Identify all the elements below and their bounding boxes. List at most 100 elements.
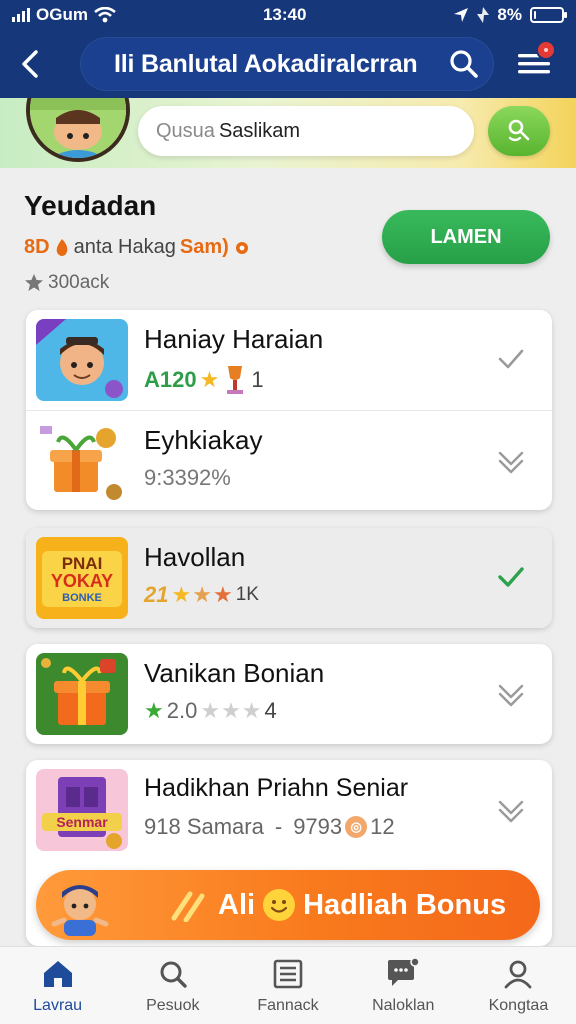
item-card: PNAI YOKAY BONKE Havollan 21 ★ ★ ★ 1K: [26, 528, 552, 628]
item-value: 2.0: [166, 698, 198, 723]
search-icon: [155, 957, 191, 991]
clock: 13:40: [262, 5, 307, 24]
trophy-icon: [227, 366, 244, 394]
search-input[interactable]: Qusua Saslikam: [138, 106, 474, 156]
rating-stars: ★ ★ ★: [200, 698, 261, 724]
mascot-icon: [51, 885, 109, 936]
menu-button[interactable]: [512, 42, 556, 84]
home-icon: [40, 957, 76, 991]
list-item[interactable]: Vanikan Bonian ★ 2.0 ★ ★ ★ 4: [26, 644, 552, 744]
item-card: Haniay Haraian A120 ★ 1 Eyhkiakay 9:3392…: [26, 310, 552, 510]
purple-poster-thumbnail-image: Senmar: [36, 769, 128, 851]
nav-item-list[interactable]: Fannack: [230, 947, 345, 1024]
list-item[interactable]: Eyhkiakay 9:3392%: [26, 410, 552, 510]
star-icon: ★: [200, 698, 221, 723]
star-icon: ★: [192, 582, 212, 607]
item-meta: A120 ★ 1: [144, 364, 264, 396]
bonus-banner-image: PNAI YOKAY BONKE: [36, 537, 128, 619]
nav-label: Pesuok: [146, 996, 200, 1014]
app-header: Ili Banlutal Aokadiralcrran: [0, 30, 576, 98]
thumb-banner-line3: BONKE: [62, 592, 102, 604]
item-thumbnail: PNAI YOKAY BONKE: [36, 537, 128, 619]
item-value: 21: [144, 582, 169, 607]
thumb-banner-line2: YOKAY: [51, 571, 113, 591]
title-pill: Ili Banlutal Aokadiralcrran: [80, 37, 494, 91]
nav-item-chat[interactable]: Naloklan: [346, 947, 461, 1024]
item-suffix: 12: [370, 814, 395, 839]
search-value: Saslikam: [218, 119, 301, 142]
avatar-illustration: [30, 98, 126, 158]
battery-icon: [529, 7, 567, 23]
star-icon: ★: [241, 698, 262, 723]
item-meta: 918 Samara - 9793 ◎ 12: [144, 814, 395, 840]
item-suffix: 1K: [235, 584, 259, 605]
status-left: OGum: [12, 5, 116, 25]
item-value: A120: [144, 367, 197, 392]
nav-item-home[interactable]: Lavrau: [0, 947, 115, 1024]
wifi-icon: [94, 7, 116, 23]
thumb-purple-label: Senmar: [56, 814, 108, 830]
star-icon: ★: [212, 582, 233, 607]
coin-icon: ◎: [345, 816, 368, 838]
item-thumbnail: [36, 653, 128, 735]
list-item[interactable]: Haniay Haraian A120 ★ 1: [26, 310, 552, 410]
search-placeholder: Qusua: [156, 119, 215, 142]
header-search-button[interactable]: [442, 44, 486, 84]
gift-box-thumbnail-image: [36, 653, 128, 735]
bonus-button[interactable]: Ali Hadliah Bonus: [36, 870, 540, 940]
profile-icon: [500, 957, 536, 991]
promo-highlight: Sam): [179, 236, 229, 258]
item-name: Havollan: [144, 542, 246, 572]
list-item-selected[interactable]: PNAI YOKAY BONKE Havollan 21 ★ ★ ★ 1K: [26, 528, 552, 628]
item-suffix: 1: [251, 367, 264, 392]
search-banner: Qusua Saslikam: [0, 98, 576, 168]
item-name: Vanikan Bonian: [144, 658, 325, 688]
chevron-left-icon: [22, 50, 38, 78]
cellular-icon: [477, 7, 490, 23]
avatar[interactable]: [26, 98, 130, 162]
star-icon: ★: [144, 698, 164, 723]
gear-icon: [235, 241, 248, 254]
section-title: Yeudadan: [24, 190, 157, 221]
item-mid-value: 9793: [293, 814, 343, 839]
count-value: 300ack: [48, 272, 110, 293]
item-value: 918 Samara: [144, 814, 264, 839]
chat-icon: [385, 957, 421, 991]
list-icon: [270, 957, 306, 991]
filter-icon: [508, 119, 530, 142]
boy-thumbnail-image: [36, 319, 128, 401]
claim-button[interactable]: LAMEN: [382, 210, 550, 264]
item-suffix: 4: [264, 698, 277, 723]
nav-label: Kongtaa: [488, 996, 549, 1014]
item-name: Haniay Haraian: [144, 324, 324, 354]
list-item[interactable]: Senmar Hadikhan Priahn Seniar 918 Samara…: [26, 760, 552, 860]
chevron-down-icon[interactable]: [496, 678, 526, 708]
back-button[interactable]: [0, 30, 60, 98]
star-icon: [25, 274, 43, 291]
promo-prefix: 8D: [24, 236, 50, 258]
location-icon: [454, 8, 469, 22]
star-icon: ★: [221, 698, 241, 723]
filter-button[interactable]: [488, 106, 550, 156]
count-line: 300ack: [24, 272, 109, 294]
check-icon[interactable]: [496, 344, 526, 374]
chevron-down-icon[interactable]: [496, 445, 526, 475]
nav-item-search[interactable]: Pesuok: [115, 947, 230, 1024]
summary-section: Yeudadan 8D anta Hakag Sam) 300ack LAMEN: [0, 168, 576, 308]
sparkle-icon: [171, 891, 205, 922]
promo-line: 8D anta Hakag Sam): [24, 236, 251, 259]
battery-fill: [533, 11, 536, 19]
nav-item-profile[interactable]: Kongtaa: [461, 947, 576, 1024]
bonus-prefix: Ali: [218, 888, 256, 921]
promo-text: anta Hakag: [73, 236, 176, 258]
check-icon[interactable]: [496, 562, 526, 592]
battery-percent: 8%: [497, 5, 522, 24]
smile-icon: [263, 889, 296, 921]
item-thumbnail: Senmar: [36, 769, 128, 851]
search-icon: [450, 50, 478, 78]
status-right: 8%: [453, 5, 567, 25]
star-icon: ★: [199, 367, 220, 392]
nav-label: Lavrau: [33, 996, 83, 1014]
bottom-nav: Lavrau Pesuok Fannack Naloklan Kongtaa: [0, 946, 576, 1024]
chevron-down-icon[interactable]: [496, 794, 526, 824]
